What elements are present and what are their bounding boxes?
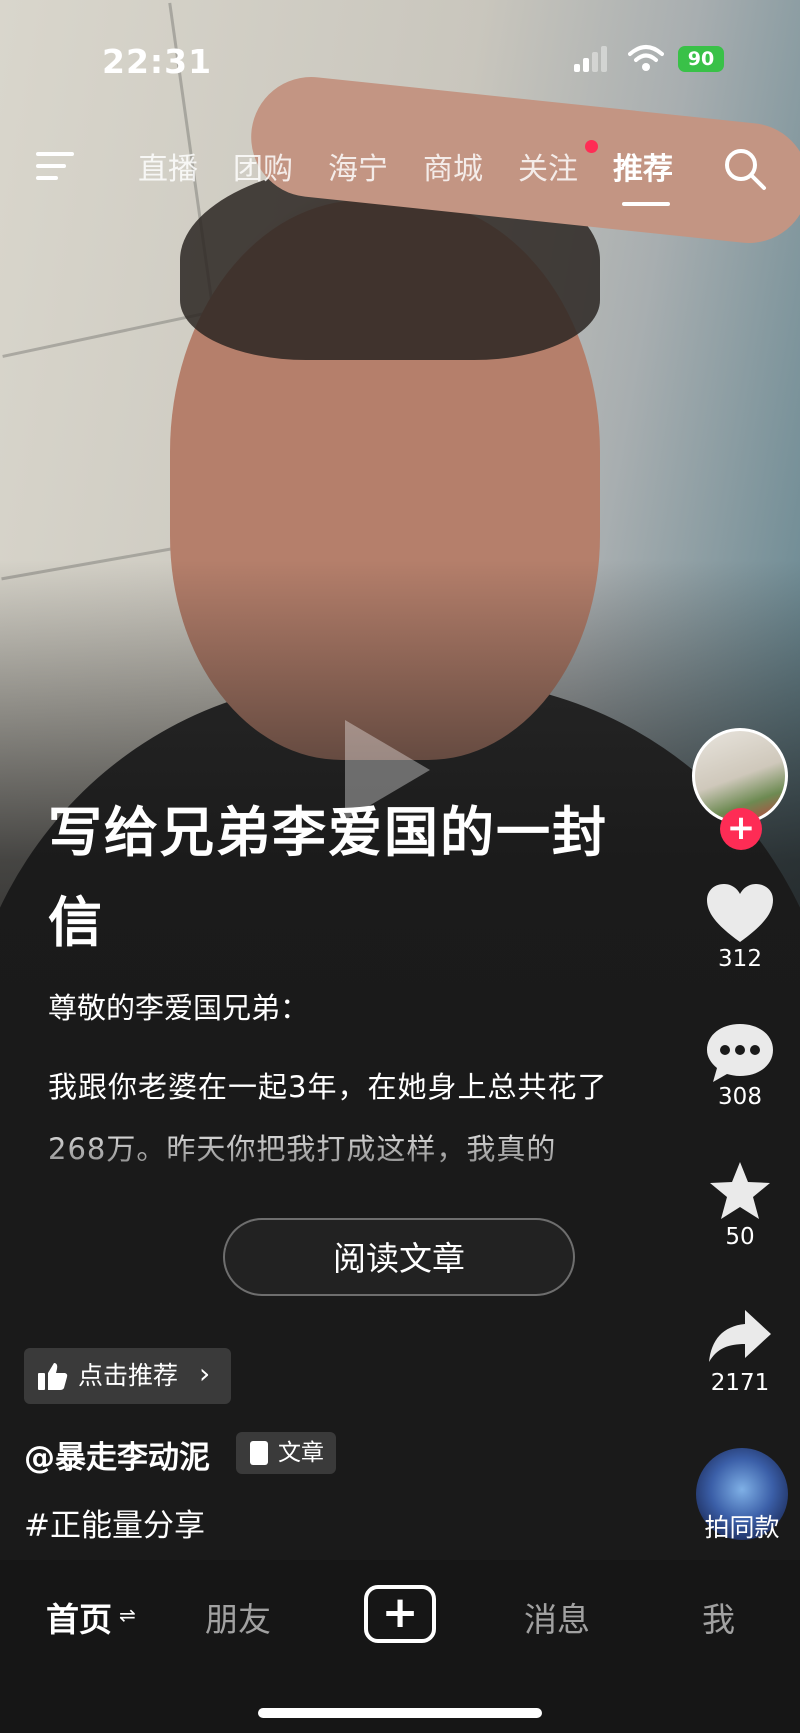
tab-local[interactable]: 海宁 (328, 144, 388, 188)
status-time: 22:31 (102, 42, 213, 81)
tab-following[interactable]: 关注 (518, 144, 578, 188)
notification-dot (585, 140, 598, 153)
top-navigation: 直播 团购 海宁 商城 关注 推荐 (0, 140, 800, 206)
author-name[interactable]: @暴走李动泥 (24, 1432, 210, 1477)
switch-icon[interactable]: ⇌ (119, 1603, 136, 1627)
recommend-button[interactable]: 点击推荐 › (24, 1348, 231, 1404)
search-icon[interactable] (722, 146, 768, 192)
favorite-count: 50 (725, 1224, 755, 1250)
tab-messages[interactable]: 消息 (524, 1593, 590, 1641)
document-icon (250, 1441, 268, 1465)
tab-home[interactable]: 首页 (46, 1593, 112, 1641)
create-button[interactable]: + (364, 1585, 436, 1643)
comment-action[interactable]: 308 (690, 1020, 790, 1110)
read-article-button[interactable]: 阅读文章 (223, 1218, 575, 1296)
article-tag-label: 文章 (278, 1440, 324, 1466)
tab-me[interactable]: 我 (702, 1593, 735, 1641)
menu-icon[interactable] (36, 150, 78, 182)
share-action[interactable]: 2171 (690, 1306, 790, 1396)
same-style-label[interactable]: 拍同款 (690, 1508, 794, 1544)
post-greeting: 尊敬的李爱国兄弟： (48, 991, 310, 1025)
star-icon (710, 1162, 770, 1219)
share-icon (709, 1310, 771, 1362)
active-tab-underline (622, 202, 670, 206)
recommend-label: 点击推荐 (78, 1361, 179, 1390)
article-tag[interactable]: 文章 (236, 1432, 336, 1474)
home-indicator (258, 1708, 542, 1718)
post-title: 写给兄弟李爱国的一封信 (48, 801, 608, 954)
share-count: 2171 (710, 1370, 770, 1396)
chevron-right-icon: › (199, 1357, 211, 1390)
post-body: 我跟你老婆在一起3年，在她身上总共花了268万。昨天你把我打成这样，我真的 (48, 1070, 608, 1166)
tab-group-buy[interactable]: 团购 (233, 144, 293, 188)
bottom-tab-bar: 首页 ⇌ 朋友 + 消息 我 (0, 1563, 800, 1733)
like-action[interactable]: 312 (690, 882, 790, 972)
tab-live[interactable]: 直播 (138, 144, 198, 188)
favorite-action[interactable]: 50 (690, 1160, 790, 1250)
tab-friends[interactable]: 朋友 (205, 1593, 271, 1641)
heart-icon (707, 884, 773, 942)
comment-count: 308 (718, 1084, 762, 1110)
thumbs-up-icon (38, 1363, 68, 1390)
signal-icon (574, 46, 608, 72)
tab-mall[interactable]: 商城 (423, 144, 483, 188)
follow-button[interactable]: + (720, 808, 762, 850)
tab-recommended[interactable]: 推荐 (613, 144, 673, 188)
like-count: 312 (718, 946, 762, 972)
battery-indicator: 90 (678, 46, 724, 72)
wifi-icon (628, 45, 664, 71)
hashtag[interactable]: #正能量分享 (24, 1500, 205, 1545)
status-bar: 22:31 90 (0, 38, 800, 81)
comment-icon (707, 1024, 773, 1082)
